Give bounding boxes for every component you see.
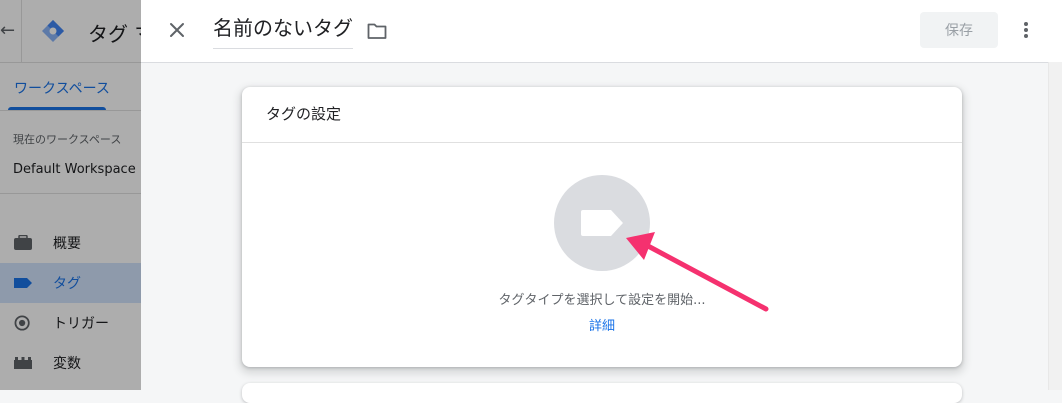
close-icon[interactable] [167,20,187,40]
scrollbar[interactable] [1048,62,1062,390]
tag-editor-panel: 名前のないタグ 保存 タグの設定 タグタイプを選択して設定を開始... 詳細 [141,0,1062,403]
tag-name-field[interactable]: 名前のないタグ [213,14,353,49]
trigger-card [242,383,962,403]
modal-scrim[interactable] [0,0,141,390]
learn-more-link[interactable]: 詳細 [242,315,962,334]
editor-header: 名前のないタグ 保存 [141,0,1062,63]
choose-tag-type-button[interactable] [554,175,650,271]
tag-type-hint: タグタイプを選択して設定を開始... [498,293,706,308]
tag-icon [581,210,623,236]
save-button[interactable]: 保存 [920,12,998,48]
tag-configuration-card: タグの設定 タグタイプを選択して設定を開始... 詳細 [242,87,962,367]
folder-icon[interactable] [367,22,387,40]
more-vert-icon[interactable] [1017,20,1035,40]
card-title: タグの設定 [266,105,342,123]
divider [242,142,962,143]
